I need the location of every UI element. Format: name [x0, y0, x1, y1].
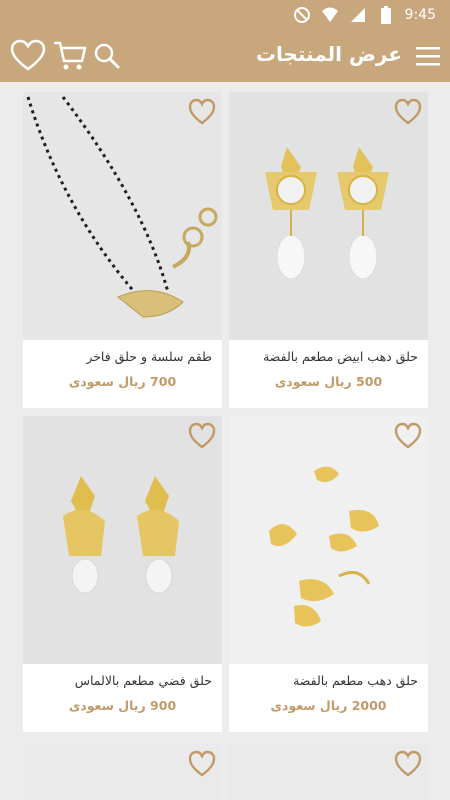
favorite-heart-icon[interactable] [188, 98, 216, 126]
product-card[interactable]: حلق دهب مطعم بالفضة 2000 ريال سعودى [229, 416, 428, 732]
do-not-disturb-icon [293, 6, 311, 24]
menu-icon[interactable] [414, 44, 442, 68]
product-name: حلق دهب مطعم بالفضة [293, 673, 418, 688]
product-image[interactable] [23, 744, 222, 800]
favorite-heart-icon[interactable] [394, 98, 422, 126]
cart-icon[interactable] [52, 39, 88, 73]
product-price: 700 ريال سعودى [68, 374, 177, 389]
product-image[interactable] [229, 744, 428, 800]
product-card[interactable] [229, 744, 428, 800]
status-bar: 9:45 [0, 0, 450, 30]
favorite-heart-icon[interactable] [188, 422, 216, 450]
favorite-heart-icon[interactable] [188, 750, 216, 778]
product-card[interactable]: طقم سلسة و حلق فاخر 700 ريال سعودى [23, 92, 222, 408]
favorite-heart-icon[interactable] [394, 422, 422, 450]
product-price: 2000 ريال سعودى [270, 698, 387, 713]
product-price: 900 ريال سعودى [68, 698, 177, 713]
battery-icon [377, 6, 395, 24]
product-image[interactable] [229, 416, 428, 664]
product-image[interactable] [229, 92, 428, 340]
signal-icon [349, 6, 367, 24]
wifi-icon [321, 6, 339, 24]
product-card[interactable]: حلق دهب ابيض مطعم بالفضة 500 ريال سعودى [229, 92, 428, 408]
favorites-heart-icon[interactable] [10, 39, 46, 73]
favorite-heart-icon[interactable] [394, 750, 422, 778]
product-name: حلق فضي مطعم بالالماس [74, 673, 212, 688]
product-name: حلق دهب ابيض مطعم بالفضة [263, 349, 418, 364]
product-price: 500 ريال سعودى [274, 374, 383, 389]
product-name: طقم سلسة و حلق فاخر [86, 349, 212, 364]
page-title: عرض المنتجات [255, 42, 402, 66]
product-image[interactable] [23, 416, 222, 664]
product-image[interactable] [23, 92, 222, 340]
product-grid: حلق دهب ابيض مطعم بالفضة 500 ريال سعودى … [0, 82, 450, 800]
product-card[interactable] [23, 744, 222, 800]
search-icon[interactable] [92, 41, 122, 71]
product-card[interactable]: حلق فضي مطعم بالالماس 900 ريال سعودى [23, 416, 222, 732]
status-time: 9:45 [404, 7, 436, 23]
app-bar: عرض المنتجات [0, 30, 450, 82]
